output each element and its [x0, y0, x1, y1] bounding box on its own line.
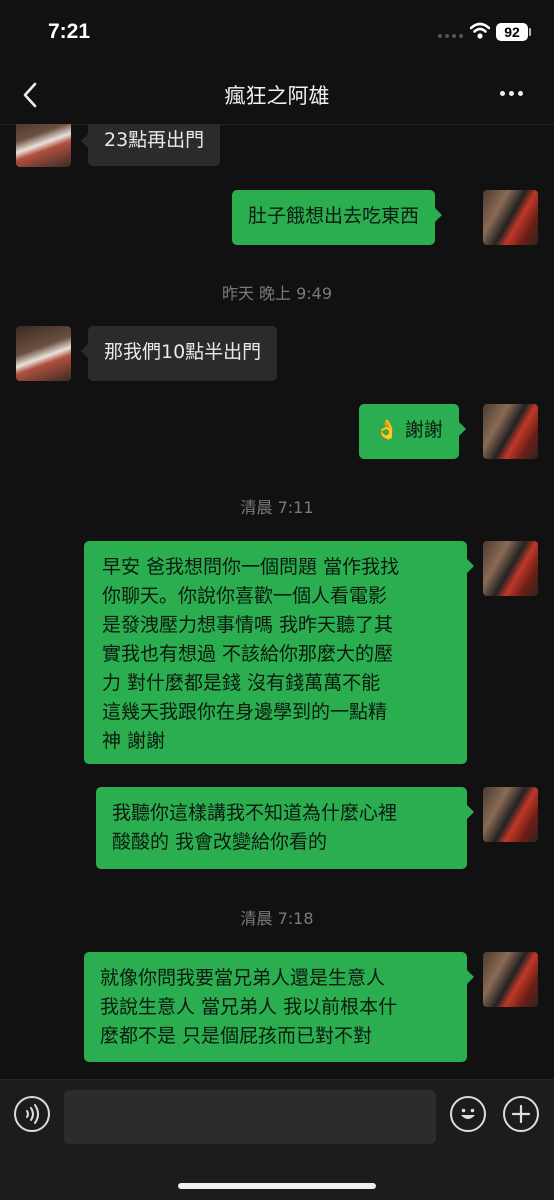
emoji-icon[interactable] — [450, 1096, 486, 1132]
outgoing-message[interactable]: 早安 爸我想問你一個問題 當作我找 你聊天。你說你喜歡一個人看電影 是發洩壓力想… — [84, 541, 474, 764]
my-avatar[interactable] — [483, 404, 538, 459]
status-bar: 7:21 92 — [0, 0, 554, 66]
message-input[interactable] — [64, 1090, 436, 1144]
my-avatar[interactable] — [483, 541, 538, 596]
message-line: 麼都不是 只是個屁孩而已對不對 — [100, 1025, 373, 1047]
message-line: 就像你問我要當兄弟人還是生意人 — [100, 967, 386, 989]
message-line: 實我也有想過 不該給你那麼大的壓 — [102, 643, 394, 665]
my-avatar[interactable] — [483, 190, 538, 245]
chat-title: 瘋狂之阿雄 — [224, 84, 330, 108]
incoming-message[interactable]: 23點再出門 — [80, 124, 221, 166]
plus-icon[interactable] — [503, 1096, 539, 1132]
message-line: 這幾天我跟你在身邊學到的一點精 — [102, 701, 388, 723]
input-bar — [0, 1079, 554, 1200]
wifi-icon — [470, 22, 490, 40]
status-time: 7:21 — [48, 20, 91, 43]
contact-avatar[interactable] — [16, 124, 71, 167]
outgoing-message[interactable]: 就像你問我要當兄弟人還是生意人 我說生意人 當兄弟人 我以前根本什 麼都不是 只… — [84, 952, 474, 1062]
battery-icon: 92 — [496, 23, 528, 41]
message-line: 你聊天。你說你喜歡一個人看電影 — [102, 585, 388, 607]
message-line: 我聽你這樣講我不知道為什麼心裡 — [112, 802, 398, 824]
message-line: 力 對什麼都是錢 沒有錢萬萬不能 — [102, 672, 381, 694]
timestamp: 昨天 晚上 9:49 — [221, 284, 333, 303]
outgoing-message[interactable]: 肚子餓想出去吃東西 — [232, 190, 443, 245]
message-list[interactable]: 23點再出門 肚子餓想出去吃東西 昨天 晚上 9:49 那我們10點半出門 👌 … — [0, 124, 554, 1079]
incoming-message[interactable]: 那我們10點半出門 — [80, 326, 278, 381]
contact-avatar[interactable] — [16, 326, 71, 381]
timestamp: 清晨 7:18 — [240, 909, 314, 928]
battery-tip — [529, 28, 531, 36]
message-line: 早安 爸我想問你一個問題 當作我找 — [102, 556, 400, 578]
message-line: 神 謝謝 — [102, 730, 166, 752]
voice-icon[interactable] — [14, 1096, 50, 1132]
outgoing-message[interactable]: 我聽你這樣講我不知道為什麼心裡 酸酸的 我會改變給你看的 — [96, 787, 474, 869]
my-avatar[interactable] — [483, 952, 538, 1007]
outgoing-message[interactable]: 👌 謝謝 — [359, 404, 466, 459]
timestamp: 清晨 7:11 — [240, 498, 314, 517]
message-line: 我說生意人 當兄弟人 我以前根本什 — [100, 996, 398, 1018]
my-avatar[interactable] — [483, 787, 538, 842]
cellular-signal-icon — [438, 34, 463, 38]
message-line: 酸酸的 我會改變給你看的 — [112, 831, 328, 853]
home-indicator — [178, 1183, 376, 1189]
more-dots-icon[interactable] — [500, 91, 523, 96]
chat-header: 瘋狂之阿雄 — [0, 66, 554, 125]
message-line: 是發洩壓力想事情嗎 我昨天聽了其 — [102, 614, 394, 636]
